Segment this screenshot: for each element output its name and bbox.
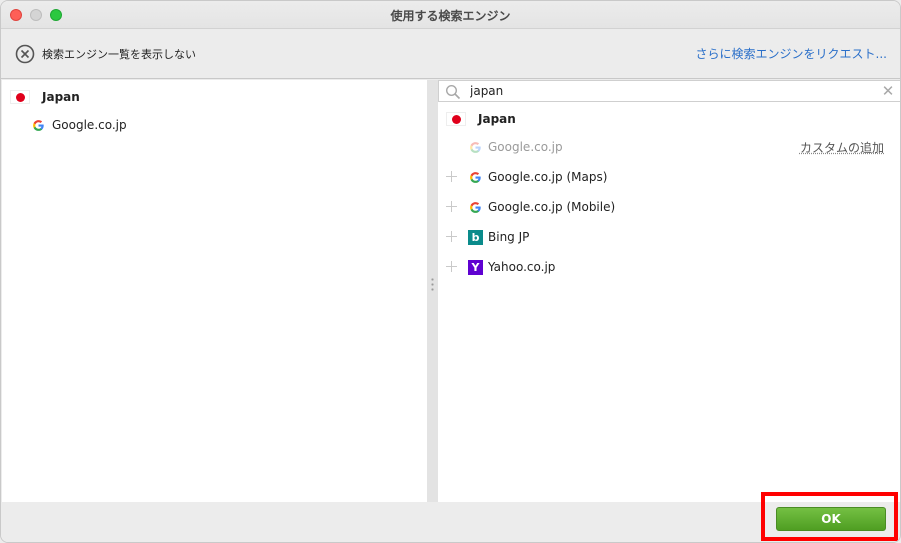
ok-button[interactable]: OK xyxy=(776,507,886,531)
list-item[interactable]: Google.co.jp (Maps) xyxy=(469,166,607,188)
close-circle-icon[interactable] xyxy=(15,44,35,64)
group-header-japan[interactable]: Japan xyxy=(10,86,80,108)
japan-flag-icon xyxy=(446,112,466,126)
google-icon xyxy=(470,171,481,183)
engine-label: Google.co.jp xyxy=(52,118,127,132)
add-custom-link[interactable]: カスタムの追加 xyxy=(800,139,884,156)
engine-label: Google.co.jp (Mobile) xyxy=(488,200,616,214)
engine-label: Google.co.jp xyxy=(488,140,563,154)
search-input[interactable] xyxy=(470,82,870,100)
hide-engine-list-label[interactable]: 検索エンジン一覧を表示しない xyxy=(42,46,196,62)
top-toolbar: 検索エンジン一覧を表示しない さらに検索エンジンをリクエスト... xyxy=(1,29,900,79)
japan-flag-icon xyxy=(10,90,30,104)
search-engine-dialog: 使用する検索エンジン 検索エンジン一覧を表示しない さらに検索エンジンをリクエス… xyxy=(0,0,901,543)
google-icon xyxy=(470,141,481,153)
engine-label: Yahoo.co.jp xyxy=(488,260,556,274)
google-icon xyxy=(33,119,44,131)
group-label: Japan xyxy=(478,112,516,126)
group-label: Japan xyxy=(42,90,80,104)
yahoo-icon: Y xyxy=(468,259,483,275)
engine-label: Bing JP xyxy=(488,230,530,244)
list-item[interactable]: Google.co.jp (Mobile) xyxy=(469,196,615,218)
active-engines-list: Japan Google.co.jp xyxy=(2,80,427,502)
search-field[interactable]: ✕ xyxy=(438,80,900,102)
splitter-grip-icon[interactable] xyxy=(431,277,434,292)
list-item-selected: Google.co.jp カスタムの追加 xyxy=(469,136,894,158)
window-title: 使用する検索エンジン xyxy=(390,9,511,23)
add-icon[interactable] xyxy=(446,261,457,272)
search-icon xyxy=(445,84,461,100)
list-item[interactable]: Google.co.jp xyxy=(32,114,127,136)
add-icon[interactable] xyxy=(446,231,457,242)
title-bar: 使用する検索エンジン xyxy=(1,1,900,29)
list-item[interactable]: b Bing JP xyxy=(468,226,529,248)
available-engines-list: ✕ Japan Google.co.jp カスタムの追加 xyxy=(438,80,900,502)
clear-search-icon[interactable]: ✕ xyxy=(880,83,896,99)
request-more-engines-link[interactable]: さらに検索エンジンをリクエスト... xyxy=(696,45,887,62)
list-item[interactable]: Y Yahoo.co.jp xyxy=(468,256,555,278)
add-icon[interactable] xyxy=(446,201,457,212)
google-icon xyxy=(470,201,481,213)
bing-icon: b xyxy=(468,229,483,245)
group-header-japan[interactable]: Japan xyxy=(446,108,516,130)
pane-splitter[interactable] xyxy=(427,80,438,502)
engine-label: Google.co.jp (Maps) xyxy=(488,170,608,184)
add-icon[interactable] xyxy=(446,171,457,182)
